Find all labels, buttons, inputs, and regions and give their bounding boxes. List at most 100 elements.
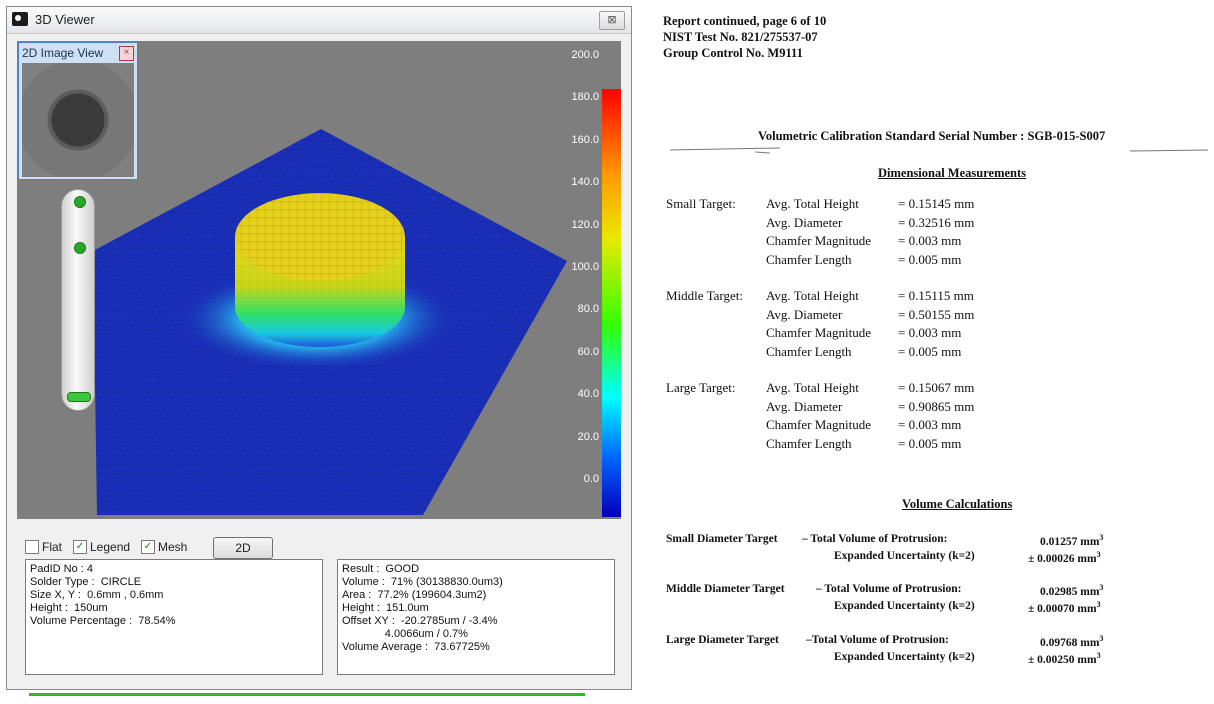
cubic-superscript: 3: [1099, 634, 1104, 643]
legend-tick-label: 0.0: [583, 473, 599, 485]
legend-tick-label: 160.0: [571, 133, 599, 146]
2d-image-view[interactable]: 2D Image View ×: [18, 42, 138, 180]
measurement-label: Avg. Total Height: [766, 288, 859, 303]
volume-value-text: 0.02985 mm: [1040, 585, 1100, 598]
measurement-label: Avg. Total Height: [766, 380, 859, 395]
measurement-label: Chamfer Magnitude: [766, 325, 872, 340]
result-info-box: Result : GOOD Volume : 71% (30138830.0um…: [337, 559, 615, 675]
measurement-value: = 0.15115 mm: [898, 288, 974, 303]
measurement-label: Chamfer Length: [766, 251, 852, 267]
uncertainty-label-text: Expanded Uncertainty (k=2): [834, 651, 975, 663]
measurement-value: = 0.005 mm: [898, 251, 962, 267]
volume-label-text: – Total Volume of Protrusion:: [802, 533, 948, 545]
legend-option[interactable]: ✓ Legend: [73, 540, 130, 554]
volume-target-name: Middle Diameter Target: [666, 583, 785, 595]
result-line: Volume Average : 73.67725%: [342, 641, 490, 653]
legend-tick-label: 80.0: [577, 303, 599, 316]
report-header-test: NIST Test No. 821/275537-07: [663, 30, 818, 44]
legend-checkbox[interactable]: ✓: [73, 540, 87, 554]
uncertainty-label: Expanded Uncertainty (k=2): [834, 600, 975, 612]
measurement-value: = 0.005 mm: [898, 343, 962, 359]
cubic-superscript: 3: [1096, 550, 1101, 559]
zoom-slider[interactable]: [61, 189, 95, 411]
measurement-label: Chamfer Length: [766, 343, 852, 359]
measurement-label: Chamfer Length: [766, 435, 852, 451]
measurement-label: Chamfer Magnitude: [766, 233, 872, 248]
uncertainty-value-text: ± 0.00070 mm: [1028, 602, 1097, 615]
volume-value: 0.09768 mm3: [1040, 634, 1103, 649]
volume-label: – Total Volume of Protrusion:: [816, 583, 961, 595]
measurement-value: = 0.90865 mm: [898, 398, 975, 414]
pad-info-line: Size X, Y : 0.6mm , 0.6mm: [30, 589, 164, 601]
2d-view-close-icon[interactable]: ×: [119, 46, 134, 61]
mesh-label: Mesh: [158, 540, 188, 554]
result-line: 4.0066um / 0.7%: [342, 628, 468, 640]
result-line: Area : 77.2% (199604.3um2): [342, 589, 487, 601]
measurement-value: = 0.15067 mm: [898, 380, 975, 395]
result-line: Height : 151.0um: [342, 602, 429, 614]
volume-value-text: 0.01257 mm: [1040, 535, 1100, 548]
volume-label-text: – Total Volume of Protrusion:: [816, 583, 962, 595]
target-name: Middle Target:: [666, 288, 743, 303]
report-header-page: Report continued, page 6 of 10: [663, 14, 827, 28]
measurement-value: = 0.005 mm: [898, 435, 962, 451]
close-button[interactable]: ⊠: [599, 11, 625, 30]
volume-value-text: 0.09768 mm: [1040, 636, 1100, 649]
volume-label: – Total Volume of Protrusion:: [802, 533, 947, 545]
legend-tick-label: 200.0: [571, 49, 599, 61]
cubic-superscript: 3: [1096, 651, 1101, 660]
volume-value: 0.02985 mm3: [1040, 583, 1103, 598]
mesh-checkbox[interactable]: ✓: [141, 540, 155, 554]
window-title: 3D Viewer: [35, 12, 95, 27]
measurement-label: Avg. Diameter: [766, 398, 843, 414]
pad-info-box: PadID No : 4 Solder Type : CIRCLE Size X…: [25, 559, 323, 675]
result-line: Volume : 71% (30138830.0um3): [342, 576, 503, 588]
report-document: Report continued, page 6 of 10 NIST Test…: [660, 0, 1208, 704]
legend-tick-label: 40.0: [577, 388, 599, 401]
measurement-label: Avg. Diameter: [766, 214, 843, 230]
measurement-value: = 0.003 mm: [898, 325, 962, 340]
uncertainty-label: Expanded Uncertainty (k=2): [834, 550, 975, 562]
measurement-label: Chamfer Magnitude: [766, 417, 872, 432]
report-header-group: Group Control No. M9111: [663, 46, 803, 60]
flat-checkbox[interactable]: [25, 540, 39, 554]
mesh-option[interactable]: ✓ Mesh: [141, 540, 187, 554]
measurement-value: = 0.003 mm: [898, 417, 962, 432]
dimensional-title: Dimensional Measurements: [878, 166, 1027, 180]
volume-title: Volume Calculations: [902, 497, 1013, 511]
slider-mid-dot: [74, 242, 86, 254]
uncertainty-value-text: ± 0.00250 mm: [1028, 653, 1097, 666]
measurement-value: = 0.003 mm: [898, 233, 962, 248]
measurement-label: Avg. Total Height: [766, 196, 859, 211]
slider-thumb[interactable]: [67, 392, 91, 402]
2d-image-view-title: 2D Image View: [22, 46, 104, 60]
serial-number-line: Volumetric Calibration Standard Serial N…: [758, 129, 1106, 143]
3d-viewport[interactable]: 2D Image View × 200.0 180.0 160.0 140.0 120.…: [17, 41, 621, 519]
app-icon: [12, 12, 28, 26]
progress-line: [29, 693, 585, 696]
pad-info-line: Solder Type : CIRCLE: [30, 576, 142, 588]
legend-tick-label: 60.0: [577, 345, 599, 358]
uncertainty-label: Expanded Uncertainty (k=2): [834, 651, 975, 663]
color-legend-bar: [602, 89, 621, 517]
slider-top-dot: [74, 196, 86, 208]
volume-target-name-text: Small Diameter Target: [666, 533, 778, 545]
legend-tick-label: 100.0: [571, 261, 599, 273]
measurement-label: Avg. Diameter: [766, 306, 843, 322]
flat-option[interactable]: Flat: [25, 540, 62, 554]
title-bar[interactable]: 3D Viewer ⊠: [7, 7, 631, 34]
2d-pad-image: [22, 63, 134, 177]
2d-button[interactable]: 2D: [213, 537, 273, 559]
uncertainty-value: ± 0.00250 mm3: [1028, 651, 1101, 666]
volume-target-name-text: Large Diameter Target: [666, 634, 779, 646]
target-name: Small Target:: [666, 196, 736, 211]
legend-tick-label: 120.0: [571, 218, 599, 231]
uncertainty-value: ± 0.00070 mm3: [1028, 600, 1101, 615]
target-name: Large Target:: [666, 380, 736, 395]
legend-tick-label: 140.0: [571, 176, 599, 189]
volume-label-text: –Total Volume of Protrusion:: [806, 634, 949, 646]
volume-target-name-text: Middle Diameter Target: [666, 583, 785, 595]
uncertainty-value: ± 0.00026 mm3: [1028, 550, 1101, 565]
result-line: Offset XY : -20.2785um / -3.4%: [342, 615, 498, 627]
cubic-superscript: 3: [1096, 600, 1101, 609]
